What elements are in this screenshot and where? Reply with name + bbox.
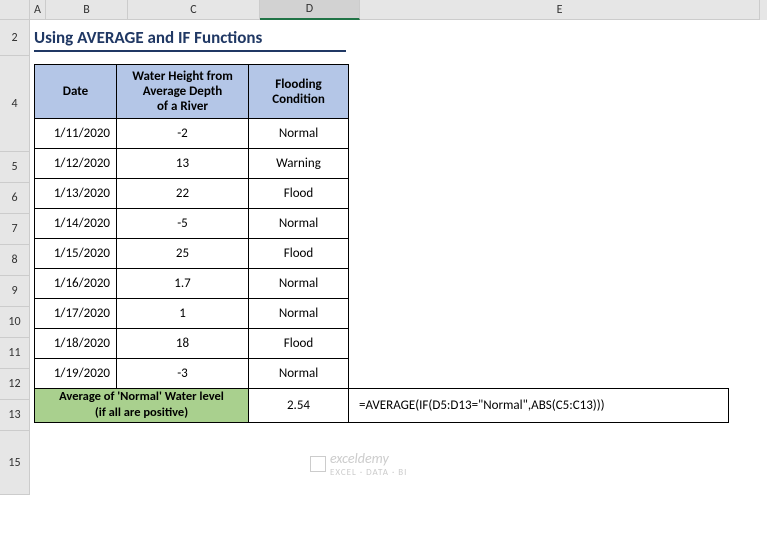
row-header-7[interactable]: 7 [0,214,30,245]
row-header-10[interactable]: 10 [0,307,30,338]
cell-height[interactable]: 25 [117,239,249,269]
summary-row: Average of 'Normal' Water level (if all … [35,389,729,423]
cell-cond[interactable]: Flood [249,179,349,209]
select-all-corner[interactable] [0,0,30,20]
table-row: 1/17/20201Normal [35,299,729,329]
cell-date[interactable]: 1/19/2020 [35,359,117,389]
cell-cond[interactable]: Warning [249,149,349,179]
row-header-9[interactable]: 9 [0,276,30,307]
col-header-C[interactable]: C [128,0,260,20]
col-header-B[interactable]: B [46,0,128,20]
cell-height[interactable]: 22 [117,179,249,209]
summary-label: Average of 'Normal' Water level (if all … [35,389,249,423]
cell-cond[interactable]: Normal [249,119,349,149]
cell-date[interactable]: 1/16/2020 [35,269,117,299]
row-header-6[interactable]: 6 [0,183,30,214]
cell-date[interactable]: 1/15/2020 [35,239,117,269]
row-header-11[interactable]: 11 [0,338,30,369]
cell-cond[interactable]: Flood [249,329,349,359]
table-row: 1/13/202022Flood [35,179,729,209]
row-header-5[interactable]: 5 [0,152,30,183]
summary-value[interactable]: 2.54 [249,389,349,423]
table-header-row: Date Water Height from Average Depth of … [35,65,729,119]
cell-height[interactable]: -3 [117,359,249,389]
table-row: 1/18/202018Flood [35,329,729,359]
table-row: 1/19/2020-3Normal [35,359,729,389]
summary-formula: =AVERAGE(IF(D5:D13="Normal",ABS(C5:C13))… [349,389,729,423]
cell-date[interactable]: 1/12/2020 [35,149,117,179]
page-title: Using AVERAGE and IF Functions [34,24,346,52]
row-header-13[interactable]: 13 [0,400,30,431]
row-header-12[interactable]: 12 [0,369,30,400]
cell-date[interactable]: 1/18/2020 [35,329,117,359]
header-condition: Flooding Condition [249,65,349,119]
col-header-D[interactable]: D [260,0,360,20]
col-header-E[interactable]: E [360,0,760,20]
cell-height[interactable]: 1.7 [117,269,249,299]
cell-cond[interactable]: Normal [249,269,349,299]
cell-height[interactable]: 18 [117,329,249,359]
table-row: 1/14/2020-5Normal [35,209,729,239]
row-header-15[interactable]: 15 [0,431,30,495]
cell-cond[interactable]: Normal [249,209,349,239]
header-date: Date [35,65,117,119]
data-table: Date Water Height from Average Depth of … [34,64,729,423]
cell-height[interactable]: 13 [117,149,249,179]
cell-height[interactable]: -2 [117,119,249,149]
table-row: 1/15/202025Flood [35,239,729,269]
cell-cond[interactable]: Normal [249,299,349,329]
cell-cond[interactable]: Normal [249,359,349,389]
cell-date[interactable]: 1/13/2020 [35,179,117,209]
cell-date[interactable]: 1/11/2020 [35,119,117,149]
header-height: Water Height from Average Depth of a Riv… [117,65,249,119]
table-row: 1/16/20201.7Normal [35,269,729,299]
row-header-4[interactable]: 4 [0,56,30,152]
cell-height[interactable]: 1 [117,299,249,329]
col-header-A[interactable]: A [30,0,46,20]
cell-cond[interactable]: Flood [249,239,349,269]
row-header-2[interactable]: 2 [0,20,30,56]
row-header-8[interactable]: 8 [0,245,30,276]
cell-height[interactable]: -5 [117,209,249,239]
table-row: 1/12/202013Warning [35,149,729,179]
cell-date[interactable]: 1/14/2020 [35,209,117,239]
table-row: 1/11/2020-2Normal [35,119,729,149]
cell-date[interactable]: 1/17/2020 [35,299,117,329]
